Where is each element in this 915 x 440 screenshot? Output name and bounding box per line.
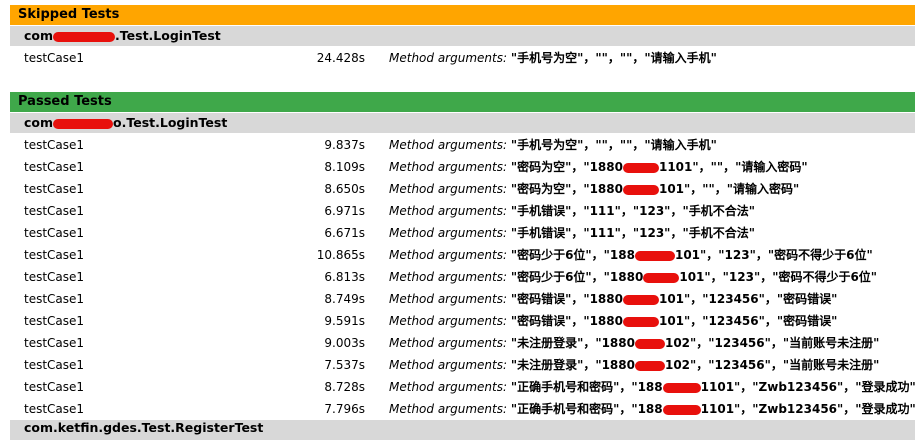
redaction-mark (634, 250, 675, 261)
test-duration: 10.865s (316, 248, 365, 262)
test-name: testCase1 (24, 160, 85, 174)
test-name: testCase1 (24, 292, 85, 306)
test-duration: 6.971s (324, 204, 365, 218)
test-duration: 8.650s (324, 182, 365, 196)
passed-class-name: com o.Test.LoginTest (10, 113, 915, 133)
test-args: Method arguments: "手机号为空"，""，""，"请输入手机" (389, 51, 717, 65)
redaction-mark (662, 382, 701, 393)
test-args: Method arguments: "正确手机号和密码"，"188 1101"，"… (389, 402, 915, 416)
test-args: Method arguments: "手机错误"，"111"，"123"，"手机… (389, 204, 755, 218)
skipped-class-name: com .Test.LoginTest (10, 26, 915, 46)
test-args: Method arguments: "未注册登录"，"1880 102"，"123… (389, 336, 880, 350)
table-row: testCase1 7.796s Method arguments: "正确手机号和… (0, 398, 915, 420)
test-duration: 7.537s (324, 358, 365, 372)
passed-tests-header: Passed Tests (10, 92, 915, 112)
test-duration: 8.749s (324, 292, 365, 306)
test-args: Method arguments: "密码为空"，"1880 101"，""，"请… (389, 182, 800, 196)
test-args: Method arguments: "密码错误"，"1880 101"，"1234… (389, 314, 838, 328)
test-name: testCase1 (24, 314, 85, 328)
test-args: Method arguments: "密码少于6位"，"1880 101"，"12… (389, 270, 878, 284)
table-row: testCase1 8.650s Method arguments: "密码为空"，… (0, 178, 915, 200)
test-duration: 8.728s (324, 380, 365, 394)
table-row: testCase1 24.428s Method arguments: "手机号… (0, 47, 915, 69)
test-name: testCase1 (24, 51, 85, 65)
test-name: testCase1 (24, 248, 85, 262)
table-row: testCase1 6.671s Method arguments: "手机错误"，… (0, 222, 915, 244)
table-row: testCase1 7.537s Method arguments: "未注册登录"… (0, 354, 915, 376)
test-duration: 24.428s (316, 51, 365, 65)
test-args: Method arguments: "密码少于6位"，"188 101"，"123… (389, 248, 873, 262)
skipped-tests-header: Skipped Tests (10, 5, 915, 25)
test-args: Method arguments: "密码错误"，"1880 101"，"1234… (389, 292, 838, 306)
next-class-name: com.ketfin.gdes.Test.RegisterTest (10, 420, 915, 440)
redaction-mark (622, 162, 659, 173)
table-row: testCase1 9.837s Method arguments: "手机号为空"… (0, 134, 915, 156)
table-row: testCase1 9.591s Method arguments: "密码错误"，… (0, 310, 915, 332)
test-name: testCase1 (24, 336, 85, 350)
test-duration: 9.837s (324, 138, 365, 152)
test-duration: 8.109s (324, 160, 365, 174)
test-duration: 9.591s (324, 314, 365, 328)
test-args: Method arguments: "手机错误"，"111"，"123"，"手机… (389, 226, 755, 240)
test-name: testCase1 (24, 402, 85, 416)
table-row: testCase1 8.749s Method arguments: "密码错误"，… (0, 288, 915, 310)
test-args: Method arguments: "未注册登录"，"1880 102"，"123… (389, 358, 880, 372)
redaction-mark (634, 360, 665, 371)
test-name: testCase1 (24, 138, 85, 152)
test-name: testCase1 (24, 226, 85, 240)
test-args: Method arguments: "密码为空"，"1880 1101"，""，"… (389, 160, 808, 174)
test-name: testCase1 (24, 182, 85, 196)
redaction-mark (634, 338, 665, 349)
table-row: testCase1 6.971s Method arguments: "手机错误"，… (0, 200, 915, 222)
test-duration: 6.813s (324, 270, 365, 284)
test-duration: 9.003s (324, 336, 365, 350)
test-args: Method arguments: "手机号为空"，""，""，"请输入手机" (389, 138, 717, 152)
redaction-mark (622, 316, 659, 327)
redaction-mark (622, 294, 659, 305)
table-row: testCase1 8.109s Method arguments: "密码为空"，… (0, 156, 915, 178)
test-name: testCase1 (24, 270, 85, 284)
table-row: testCase1 9.003s Method arguments: "未注册登录"… (0, 332, 915, 354)
redaction-mark (643, 272, 680, 283)
redaction-mark (53, 118, 114, 129)
test-name: testCase1 (24, 358, 85, 372)
redaction-mark (662, 404, 701, 415)
test-duration: 7.796s (324, 402, 365, 416)
table-row: testCase1 10.865s Method arguments: "密码少于6… (0, 244, 915, 266)
table-row: testCase1 6.813s Method arguments: "密码少于6位… (0, 266, 915, 288)
test-name: testCase1 (24, 204, 85, 218)
test-duration: 6.671s (324, 226, 365, 240)
test-args: Method arguments: "正确手机号和密码"，"188 1101"，"… (389, 380, 915, 394)
test-name: testCase1 (24, 380, 85, 394)
redaction-mark (53, 31, 116, 42)
table-row: testCase1 8.728s Method arguments: "正确手机号和… (0, 376, 915, 398)
redaction-mark (622, 184, 659, 195)
